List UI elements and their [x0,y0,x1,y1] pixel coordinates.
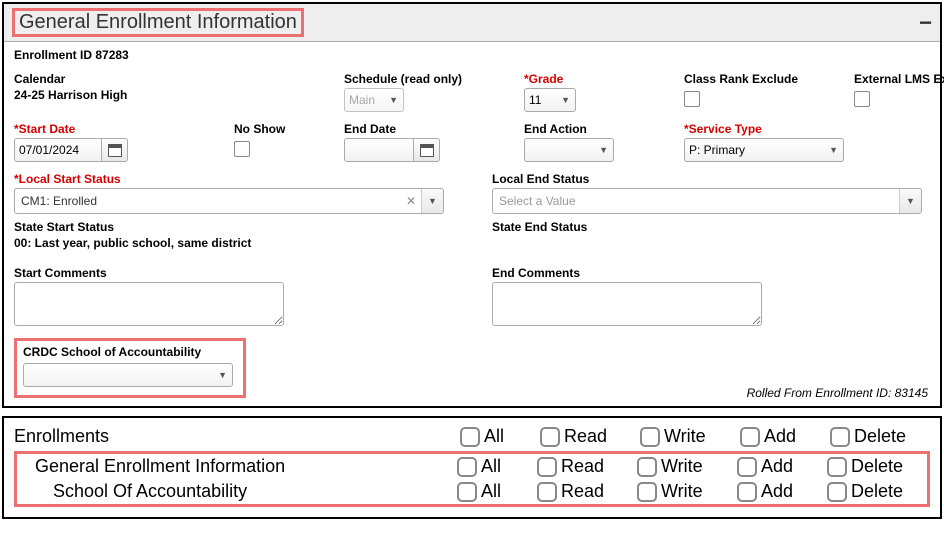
enrollment-panel: General Enrollment Information − Enrollm… [2,2,942,408]
end-date-label: End Date [344,122,514,136]
permissions-panel: Enrollments All Read Write Add Delete Ge… [2,416,942,519]
no-show-field: No Show [234,122,334,157]
local-end-status-placeholder: Select a Value [493,194,899,208]
service-type-select[interactable]: P: Primary [684,138,844,162]
grade-select[interactable]: 11 [524,88,576,112]
start-date-input[interactable] [14,138,102,162]
end-date-input[interactable] [344,138,414,162]
perm-label-enrollments: Enrollments [14,426,460,447]
checkbox-all[interactable] [457,457,477,477]
start-date-picker-button[interactable] [102,138,128,162]
enrollment-id: Enrollment ID 87283 [14,48,930,62]
service-type-field: *Service Type P: Primary [684,122,944,162]
calendar-label: Calendar [14,72,334,86]
checkbox-delete[interactable] [827,457,847,477]
end-action-select[interactable] [524,138,614,162]
start-comments-label: Start Comments [14,266,452,280]
checkbox-delete[interactable] [827,482,847,502]
grade-label: *Grade [524,72,674,86]
schedule-select: Main [344,88,404,112]
state-start-status-label: State Start Status [14,220,452,234]
start-date-label: *Start Date [14,122,224,136]
title-highlight: General Enrollment Information [12,8,304,37]
schedule-field: Schedule (read only) Main [344,72,514,112]
lms-exclude-label: External LMS Exclude [854,72,944,86]
no-show-label: No Show [234,122,334,136]
start-comments-textarea[interactable] [14,282,284,326]
calendar-value: 24-25 Harrison High [14,88,334,102]
local-end-status-field: Local End Status Select a Value ▼ [492,172,930,214]
lms-exclude-field: External LMS Exclude [854,72,944,107]
end-action-field: End Action [524,122,674,162]
checkbox-write[interactable] [637,482,657,502]
chevron-down-icon[interactable]: ▼ [421,189,443,213]
panel-body: Enrollment ID 87283 Calendar 24-25 Harri… [4,42,940,406]
start-comments-field: Start Comments [14,266,452,326]
perm-row-school-accountability: School Of Accountability All Read Write … [17,479,927,504]
checkbox-add[interactable] [740,427,760,447]
perm-row-general-enrollment: General Enrollment Information All Read … [17,454,927,479]
end-date-picker-button[interactable] [414,138,440,162]
perm-label-general: General Enrollment Information [17,456,457,477]
local-start-status-field: *Local Start Status CM1: Enrolled ✕ ▼ [14,172,452,214]
schedule-label: Schedule (read only) [344,72,514,86]
panel-header: General Enrollment Information − [4,4,940,42]
state-end-status-label: State End Status [492,220,930,234]
calendar-icon [420,144,434,157]
perm-highlight: General Enrollment Information All Read … [14,451,930,507]
checkbox-all[interactable] [460,427,480,447]
crdc-label: CRDC School of Accountability [23,345,233,359]
class-rank-exclude-label: Class Rank Exclude [684,72,844,86]
form-row-1: Calendar 24-25 Harrison High Schedule (r… [14,72,930,112]
end-comments-label: End Comments [492,266,930,280]
local-start-status-label: *Local Start Status [14,172,452,186]
state-start-status-value: 00: Last year, public school, same distr… [14,236,452,250]
checkbox-add[interactable] [737,482,757,502]
checkbox-read[interactable] [537,482,557,502]
rolled-from-text: Rolled From Enrollment ID: 83145 [747,386,928,400]
state-status-row: State Start Status 00: Last year, public… [14,220,930,250]
checkbox-delete[interactable] [830,427,850,447]
no-show-checkbox[interactable] [234,141,250,157]
panel-title: General Enrollment Information [19,11,297,33]
grade-field: *Grade 11 [524,72,674,112]
end-comments-textarea[interactable] [492,282,762,326]
local-start-status-combo[interactable]: CM1: Enrolled ✕ ▼ [14,188,444,214]
checkbox-read[interactable] [537,457,557,477]
calendar-field: Calendar 24-25 Harrison High [14,72,334,102]
clear-icon[interactable]: ✕ [401,194,421,208]
end-comments-field: End Comments [492,266,930,326]
local-end-status-combo[interactable]: Select a Value ▼ [492,188,922,214]
class-rank-exclude-field: Class Rank Exclude [684,72,844,107]
comments-row: Start Comments End Comments [14,266,930,326]
chevron-down-icon[interactable]: ▼ [899,189,921,213]
calendar-icon [108,144,122,157]
local-status-row: *Local Start Status CM1: Enrolled ✕ ▼ Lo… [14,172,930,214]
collapse-icon[interactable]: − [919,16,932,30]
local-start-status-value: CM1: Enrolled [15,194,401,208]
checkbox-write[interactable] [640,427,660,447]
checkbox-add[interactable] [737,457,757,477]
crdc-block: CRDC School of Accountability [14,338,246,398]
form-row-2: *Start Date No Show End Date [14,122,930,162]
end-date-field: End Date [344,122,514,162]
state-start-status-field: State Start Status 00: Last year, public… [14,220,452,250]
perm-row-enrollments: Enrollments All Read Write Add Delete [14,424,930,449]
crdc-select[interactable] [23,363,233,387]
class-rank-exclude-checkbox[interactable] [684,91,700,107]
state-end-status-field: State End Status [492,220,930,250]
checkbox-write[interactable] [637,457,657,477]
perm-label-school: School Of Accountability [17,481,457,502]
checkbox-all[interactable] [457,482,477,502]
end-action-label: End Action [524,122,674,136]
start-date-field: *Start Date [14,122,224,162]
local-end-status-label: Local End Status [492,172,930,186]
checkbox-read[interactable] [540,427,560,447]
lms-exclude-checkbox[interactable] [854,91,870,107]
service-type-label: *Service Type [684,122,944,136]
